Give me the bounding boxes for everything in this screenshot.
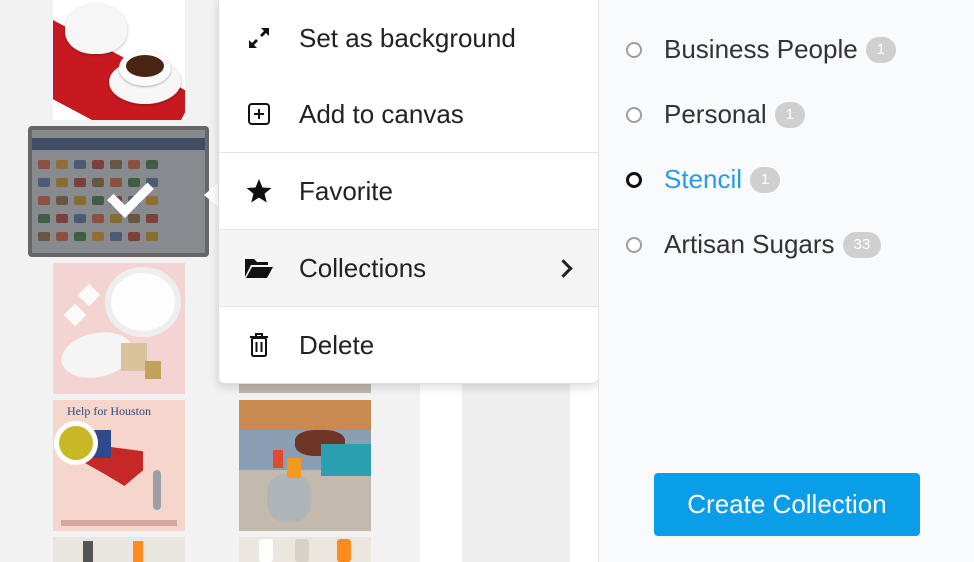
radio-button[interactable] [626,106,642,123]
collection-count-badge: 1 [750,166,781,193]
radio-button[interactable] [626,236,642,253]
chevron-right-icon [554,258,573,278]
collection-name: Stencil [664,164,743,194]
houston-title: Help for Houston [67,404,151,418]
trash-icon [244,330,274,360]
menu-label: Favorite [299,175,393,206]
menu-item-favorite[interactable]: Favorite [219,153,598,229]
thumbnail-patio[interactable] [239,400,371,531]
collection-name: Business People [664,34,858,64]
plus-square-icon [244,99,274,129]
thumbnail-partial-hidden[interactable] [239,383,371,393]
radio-button[interactable] [626,41,642,58]
menu-item-add-to-canvas[interactable]: Add to canvas [219,76,598,152]
menu-label: Add to canvas [299,98,464,129]
create-collection-button[interactable]: Create Collection [654,473,920,536]
collection-count-badge: 1 [774,101,805,128]
collections-panel: Business People 1 Personal 1 Stencil 1 A… [598,0,974,562]
collection-name: Artisan Sugars [664,229,835,259]
collection-count-badge: 1 [865,36,897,63]
context-menu: Set as background Add to canvas Favorite… [218,0,599,384]
collection-business-people[interactable]: Business People 1 [626,34,897,65]
star-icon [244,176,274,206]
collection-personal[interactable]: Personal 1 [626,99,805,130]
radio-button-selected[interactable] [626,171,642,188]
folder-open-icon [244,253,274,283]
menu-pointer-arrow [204,183,218,207]
thumbnail-hearts-tea[interactable] [53,263,185,394]
thumbnail-bottles[interactable] [53,537,185,562]
menu-label: Delete [299,329,375,360]
collection-artisan-sugars[interactable]: Artisan Sugars 33 [626,229,882,260]
thumbnail-drinks[interactable] [239,537,371,562]
collection-count-badge: 33 [842,231,882,258]
collection-name: Personal [664,99,767,129]
expand-arrows-icon [244,23,274,53]
collection-stencil[interactable]: Stencil 1 [626,164,781,195]
thumbnail-help-for-houston[interactable]: Help for Houston [53,400,185,531]
menu-item-set-as-background[interactable]: Set as background [219,0,598,76]
menu-item-collections[interactable]: Collections [219,230,598,306]
thumbnail-calendar-selected[interactable] [28,126,209,257]
thumbnail-tea-set[interactable] [53,0,185,120]
menu-label: Collections [299,252,427,283]
menu-label: Set as background [299,22,516,53]
menu-item-delete[interactable]: Delete [219,307,598,383]
